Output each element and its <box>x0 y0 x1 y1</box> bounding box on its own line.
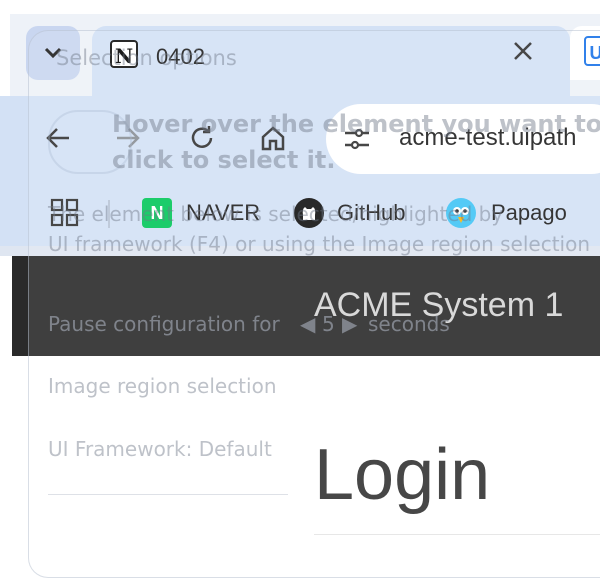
overlay-title: Selection options <box>56 46 237 70</box>
overlay-desc-line1: The element below is selected/highlighte… <box>48 202 504 226</box>
uipath-icon: U <box>584 36 600 66</box>
close-icon <box>514 42 532 60</box>
image-region-option[interactable]: Image region selection <box>48 374 277 398</box>
overlay-divider <box>48 494 288 495</box>
ui-framework-option[interactable]: UI Framework: Default <box>48 437 272 461</box>
login-heading: Login <box>314 435 491 515</box>
pause-increment-button[interactable]: ▶ <box>342 312 357 336</box>
overlay-desc-line2: UI framework (F4) or using the Image reg… <box>48 232 591 256</box>
login-divider <box>314 534 600 535</box>
pause-decrement-button[interactable]: ◀ <box>300 312 315 336</box>
pause-unit: seconds <box>368 312 450 336</box>
overlay-heading-line2: click to select it. <box>112 146 336 174</box>
overlay-heading-line1: Hover over the element you want to i <box>112 110 600 138</box>
pause-label: Pause configuration for <box>48 312 280 336</box>
pause-value[interactable]: 5 <box>322 312 335 336</box>
tab-close-button[interactable] <box>512 38 534 69</box>
